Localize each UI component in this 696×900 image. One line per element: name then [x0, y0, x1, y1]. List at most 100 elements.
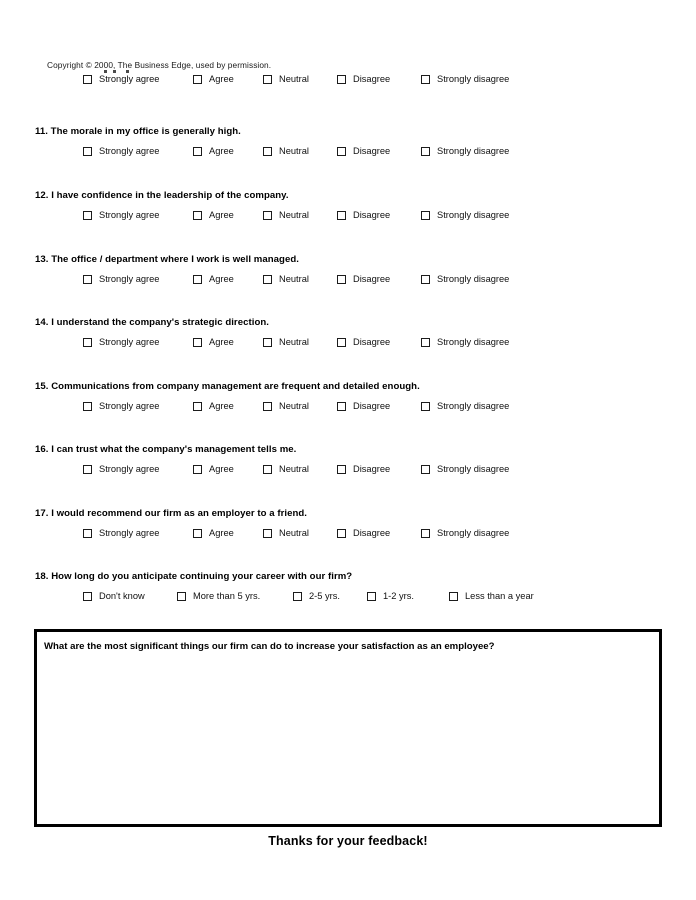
- checkbox-icon[interactable]: [193, 464, 202, 474]
- checkbox-icon[interactable]: [421, 210, 430, 220]
- checkbox-icon[interactable]: [337, 210, 346, 220]
- checkbox-icon[interactable]: [193, 74, 202, 84]
- option-5[interactable]: Strongly disagree: [421, 399, 509, 413]
- checkbox-icon[interactable]: [83, 274, 92, 284]
- option-4[interactable]: Disagree: [337, 208, 390, 222]
- checkbox-icon[interactable]: [421, 528, 430, 538]
- checkbox-icon[interactable]: [449, 591, 458, 601]
- option-4[interactable]: Disagree: [337, 144, 390, 158]
- checkbox-icon[interactable]: [263, 401, 272, 411]
- option-3[interactable]: Neutral: [263, 272, 309, 286]
- option-4[interactable]: Disagree: [337, 335, 390, 349]
- option-2[interactable]: Agree: [193, 526, 234, 540]
- checkbox-icon[interactable]: [337, 74, 346, 84]
- option-label: Agree: [209, 337, 234, 347]
- checkbox-icon[interactable]: [193, 274, 202, 284]
- option-2[interactable]: Agree: [193, 144, 234, 158]
- option-1[interactable]: Strongly agree: [83, 208, 159, 222]
- option-4[interactable]: Disagree: [337, 272, 390, 286]
- checkbox-icon[interactable]: [177, 591, 186, 601]
- option-5[interactable]: Strongly disagree: [421, 208, 509, 222]
- option-3[interactable]: Neutral: [263, 208, 309, 222]
- option-3[interactable]: Neutral: [263, 335, 309, 349]
- checkbox-icon[interactable]: [193, 337, 202, 347]
- option-5[interactable]: Strongly disagree: [421, 72, 509, 86]
- checkbox-icon[interactable]: [263, 146, 272, 156]
- option-2[interactable]: Agree: [193, 208, 234, 222]
- checkbox-icon[interactable]: [83, 74, 92, 84]
- option-label: Disagree: [353, 337, 391, 347]
- checkbox-icon[interactable]: [83, 337, 92, 347]
- checkbox-icon[interactable]: [421, 464, 430, 474]
- option-3[interactable]: Neutral: [263, 526, 309, 540]
- option-5[interactable]: Strongly disagree: [421, 526, 509, 540]
- option-label: Agree: [209, 274, 234, 284]
- checkbox-icon[interactable]: [263, 210, 272, 220]
- option-2[interactable]: Agree: [193, 272, 234, 286]
- checkbox-icon[interactable]: [367, 591, 376, 601]
- option-label: Neutral: [279, 401, 309, 411]
- checkbox-icon[interactable]: [421, 274, 430, 284]
- checkbox-icon[interactable]: [193, 528, 202, 538]
- option-label: Disagree: [353, 210, 391, 220]
- option-1[interactable]: Strongly agree: [83, 462, 159, 476]
- option-1[interactable]: Strongly agree: [83, 526, 159, 540]
- option-label: Strongly agree: [99, 210, 160, 220]
- checkbox-icon[interactable]: [421, 337, 430, 347]
- option-4[interactable]: Disagree: [337, 399, 390, 413]
- checkbox-icon[interactable]: [337, 274, 346, 284]
- checkbox-icon[interactable]: [337, 464, 346, 474]
- option-1[interactable]: Strongly agree: [83, 399, 159, 413]
- checkbox-icon[interactable]: [83, 210, 92, 220]
- checkbox-icon[interactable]: [337, 146, 346, 156]
- checkbox-icon[interactable]: [193, 210, 202, 220]
- option-2[interactable]: Agree: [193, 72, 234, 86]
- option-3[interactable]: 2-5 yrs.: [293, 589, 340, 603]
- option-1[interactable]: Strongly agree: [83, 335, 159, 349]
- option-3[interactable]: Neutral: [263, 399, 309, 413]
- checkbox-icon[interactable]: [263, 528, 272, 538]
- option-2[interactable]: More than 5 yrs.: [177, 589, 260, 603]
- option-5[interactable]: Less than a year: [449, 589, 534, 603]
- question-text: 18. How long do you anticipate continuin…: [35, 571, 353, 582]
- checkbox-icon[interactable]: [193, 146, 202, 156]
- option-1[interactable]: Don't know: [83, 589, 145, 603]
- checkbox-icon[interactable]: [83, 591, 92, 601]
- checkbox-icon[interactable]: [263, 274, 272, 284]
- checkbox-icon[interactable]: [263, 464, 272, 474]
- option-4[interactable]: Disagree: [337, 462, 390, 476]
- option-1[interactable]: Strongly agree: [83, 144, 159, 158]
- option-3[interactable]: Neutral: [263, 144, 309, 158]
- option-5[interactable]: Strongly disagree: [421, 272, 509, 286]
- checkbox-icon[interactable]: [337, 337, 346, 347]
- option-2[interactable]: Agree: [193, 462, 234, 476]
- option-label: Neutral: [279, 464, 309, 474]
- checkbox-icon[interactable]: [421, 401, 430, 411]
- checkbox-icon[interactable]: [293, 591, 302, 601]
- checkbox-icon[interactable]: [263, 337, 272, 347]
- checkbox-icon[interactable]: [83, 146, 92, 156]
- open-response-box: What are the most significant things our…: [34, 629, 662, 827]
- option-4[interactable]: Disagree: [337, 526, 390, 540]
- option-2[interactable]: Agree: [193, 335, 234, 349]
- checkbox-icon[interactable]: [83, 464, 92, 474]
- option-5[interactable]: Strongly disagree: [421, 462, 509, 476]
- checkbox-icon[interactable]: [83, 528, 92, 538]
- option-5[interactable]: Strongly disagree: [421, 144, 509, 158]
- option-4[interactable]: Disagree: [337, 72, 390, 86]
- checkbox-icon[interactable]: [421, 74, 430, 84]
- option-2[interactable]: Agree: [193, 399, 234, 413]
- checkbox-icon[interactable]: [83, 401, 92, 411]
- checkbox-icon[interactable]: [263, 74, 272, 84]
- checkbox-icon[interactable]: [337, 528, 346, 538]
- checkbox-icon[interactable]: [337, 401, 346, 411]
- option-1[interactable]: Strongly agree: [83, 72, 159, 86]
- option-4[interactable]: 1-2 yrs.: [367, 589, 414, 603]
- checkbox-icon[interactable]: [421, 146, 430, 156]
- option-3[interactable]: Neutral: [263, 462, 309, 476]
- option-5[interactable]: Strongly disagree: [421, 335, 509, 349]
- open-response-input[interactable]: [40, 658, 656, 821]
- option-1[interactable]: Strongly agree: [83, 272, 159, 286]
- option-3[interactable]: Neutral: [263, 72, 309, 86]
- checkbox-icon[interactable]: [193, 401, 202, 411]
